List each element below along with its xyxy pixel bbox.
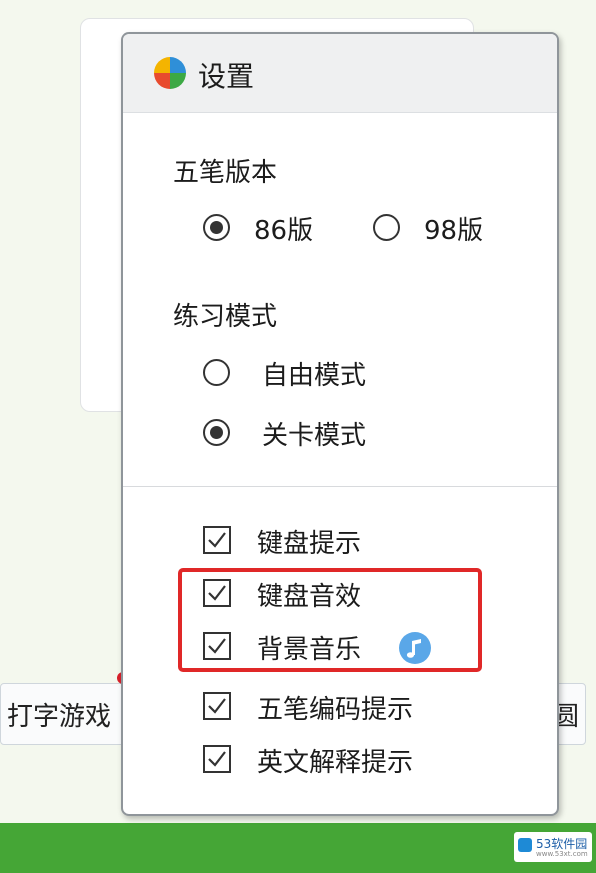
radio-free-mode-label[interactable]: 自由模式	[262, 355, 366, 392]
typing-game-button-label: 打字游戏	[7, 702, 112, 732]
highlight-annotation	[178, 568, 482, 672]
radio-level-mode-label[interactable]: 关卡模式	[262, 415, 366, 452]
watermark: 53软件园 www.53xt.com	[514, 832, 592, 862]
bottom-status-bar	[0, 823, 596, 873]
radio-86-version[interactable]	[203, 214, 230, 241]
radio-98-version-label[interactable]: 98版	[424, 210, 483, 247]
typing-game-button[interactable]: 打字游戏	[0, 683, 140, 745]
radio-free-mode[interactable]	[203, 359, 230, 386]
dialog-title: 设置	[198, 60, 255, 93]
wubi-code-hint-checkbox[interactable]	[203, 692, 231, 720]
english-explain-hint-checkbox[interactable]	[203, 745, 231, 773]
radio-selected-dot	[210, 221, 223, 234]
app-logo-icon	[154, 57, 186, 89]
wubi-code-hint-label[interactable]: 五笔编码提示	[257, 689, 413, 726]
radio-level-mode[interactable]	[203, 419, 230, 446]
checkmark-icon	[208, 532, 226, 548]
mode-section-label: 练习模式	[173, 302, 278, 332]
version-section-label: 五笔版本	[173, 158, 278, 188]
keyboard-hint-label[interactable]: 键盘提示	[257, 523, 361, 560]
english-explain-hint-label[interactable]: 英文解释提示	[257, 742, 413, 779]
watermark-logo-icon	[518, 838, 532, 852]
radio-selected-dot	[210, 426, 223, 439]
checkmark-icon	[208, 751, 226, 767]
dialog-titlebar[interactable]: 设置	[123, 34, 557, 113]
checkmark-icon	[208, 698, 226, 714]
section-divider	[123, 486, 557, 487]
settings-dialog: 设置 五笔版本 86版 98版 练习模式 自由模式 关卡模式 键盘提示 键盘音效…	[121, 32, 559, 816]
radio-86-version-label[interactable]: 86版	[254, 210, 313, 247]
keyboard-hint-checkbox[interactable]	[203, 526, 231, 554]
watermark-url: www.53xt.com	[536, 850, 588, 858]
radio-98-version[interactable]	[373, 214, 400, 241]
